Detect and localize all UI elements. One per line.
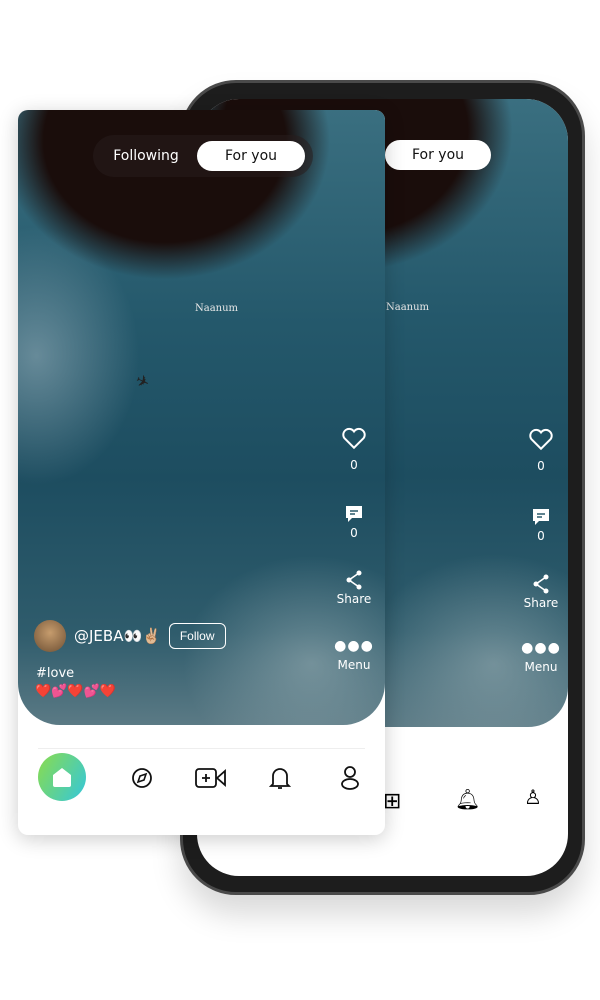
follow-button[interactable]: Follow [168, 623, 226, 649]
like-button[interactable]: 0 [329, 426, 379, 472]
bell-icon[interactable] [269, 765, 291, 791]
more-icon: ●●● [521, 640, 561, 656]
share-icon [346, 570, 362, 590]
comment-count-back: 0 [537, 529, 545, 543]
menu-button-back[interactable]: ●●● Menu [516, 640, 566, 674]
menu-button[interactable]: ●●● Menu [329, 638, 379, 672]
add-video-icon-back[interactable]: ⊞ [383, 789, 401, 814]
share-label-back: Share [523, 596, 559, 610]
heart-icon [529, 428, 553, 451]
post-hashtag[interactable]: #love [36, 666, 74, 681]
comment-icon [346, 506, 362, 522]
username[interactable]: @JEBA👀✌🏼 [74, 627, 161, 645]
tab-for-you-back[interactable]: For you [385, 140, 491, 170]
avatar[interactable] [34, 620, 66, 652]
like-count: 0 [350, 458, 358, 472]
video-player[interactable]: Following For you Naanum ✈ 0 0 Share ●●●… [18, 110, 385, 725]
feed-tabs: Following For you [93, 135, 313, 177]
share-button[interactable]: Share [329, 570, 379, 606]
nav-home-button[interactable] [38, 753, 86, 801]
home-icon [53, 768, 71, 787]
profile-icon[interactable] [340, 765, 360, 791]
post-author: @JEBA👀✌🏼 Follow [34, 620, 226, 652]
comment-count: 0 [350, 526, 358, 540]
like-button-back[interactable]: 0 [516, 427, 566, 473]
video-watermark-back: Naanum [386, 302, 430, 313]
comment-button[interactable]: 0 [329, 504, 379, 540]
post-emojis: ❤️💕❤️💕❤️ [35, 684, 116, 699]
app-screen: Following For you Naanum ✈ 0 0 Share ●●●… [18, 110, 385, 835]
add-video-icon[interactable] [194, 766, 228, 790]
compass-icon[interactable] [130, 766, 154, 790]
airplane-icon: ✈ [132, 370, 153, 393]
tab-for-you[interactable]: For you [197, 141, 305, 171]
profile-icon-back[interactable]: ♙ [524, 785, 542, 809]
like-count-back: 0 [537, 459, 545, 473]
tab-following[interactable]: Following [105, 141, 187, 171]
heart-icon [342, 427, 366, 450]
comment-button-back[interactable]: 0 [516, 507, 566, 543]
share-button-back[interactable]: Share [516, 574, 566, 610]
nav-divider [38, 748, 365, 749]
share-icon [533, 574, 549, 594]
menu-label-back: Menu [524, 660, 558, 674]
more-icon: ●●● [334, 638, 374, 654]
bottom-nav [18, 748, 385, 808]
share-label: Share [336, 592, 372, 606]
bell-icon-back[interactable]: 🔔︎ [455, 787, 480, 811]
comment-icon [533, 509, 549, 525]
video-watermark: Naanum [195, 303, 239, 314]
menu-label: Menu [337, 658, 371, 672]
